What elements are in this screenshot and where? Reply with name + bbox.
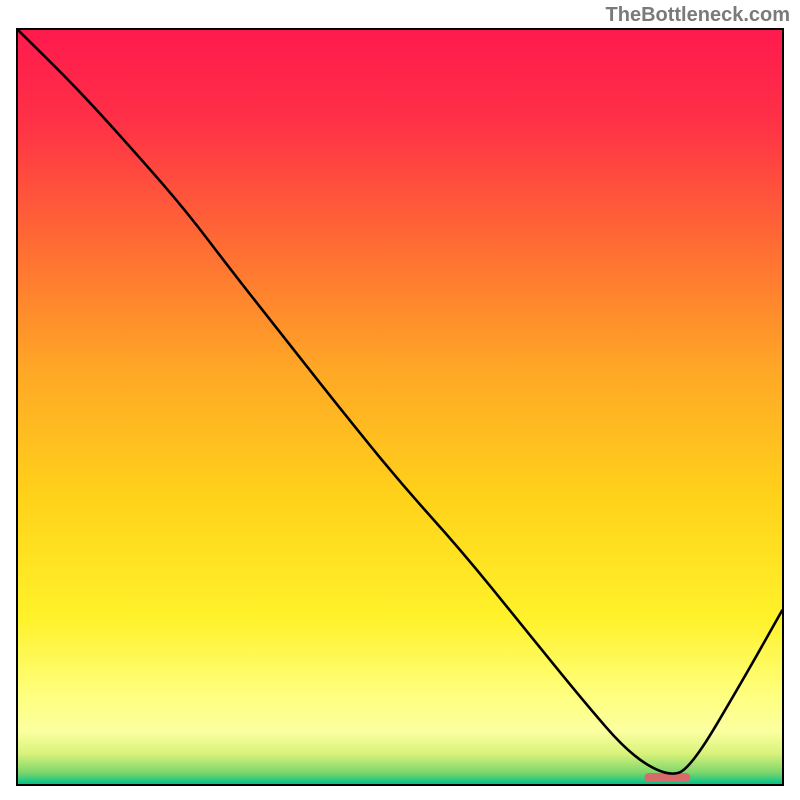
plot-svg xyxy=(18,30,782,784)
plot-frame xyxy=(16,28,784,786)
gradient-background xyxy=(18,30,782,784)
chart-container: TheBottleneck.com xyxy=(0,0,800,800)
attribution-text: TheBottleneck.com xyxy=(606,4,790,27)
